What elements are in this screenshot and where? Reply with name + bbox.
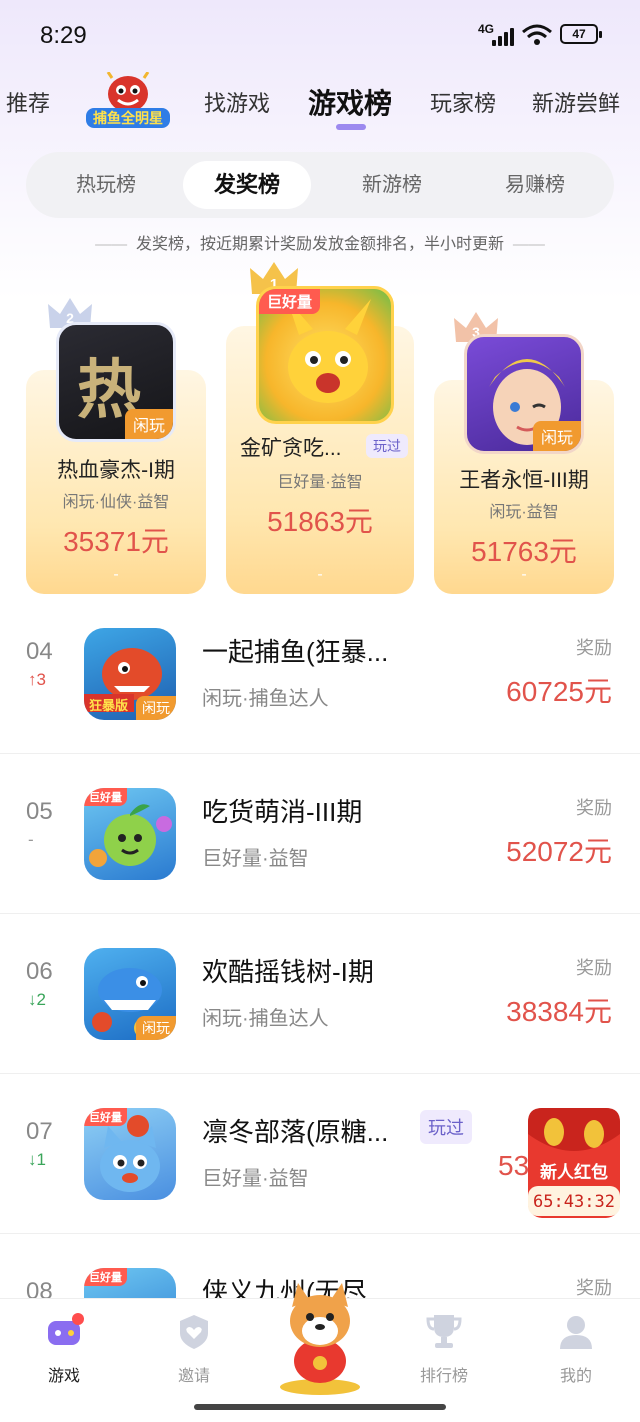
reward-label: 奖励 (576, 798, 612, 818)
reward-amount: 60725元 (506, 676, 612, 707)
rank-change: - (28, 830, 34, 849)
rank-number: 07 (26, 1118, 53, 1145)
nav-games-label: 游戏 (47, 1368, 80, 1385)
red-packet-countdown: 65:43:32 (533, 1192, 615, 1212)
tab-new-games[interactable]: 新游尝鲜 (532, 86, 620, 118)
podium-amount-1: 51863元 (267, 506, 373, 537)
game-icon: 闲玩 (84, 948, 176, 1040)
podium-icon-3[interactable]: 闲玩 (464, 334, 584, 454)
gamepad-icon (48, 1313, 84, 1345)
rank-segment: 热玩榜 发奖榜 新游榜 易赚榜 (26, 152, 614, 218)
battery-icon: 47 (560, 24, 602, 44)
game-icon: 巨好量 (84, 1108, 176, 1200)
reward-label: 奖励 (576, 1278, 612, 1298)
tab-game-rank[interactable]: 游戏榜 (308, 82, 392, 122)
podium-tags-2: 闲玩·仙侠·益智 (62, 494, 170, 511)
shiba-mascot-icon (280, 1283, 360, 1395)
signal-icon (492, 28, 516, 46)
tab-recommend[interactable]: 推荐 (6, 86, 50, 118)
home-indicator[interactable] (194, 1404, 446, 1410)
rank-description: —— 发奖榜，按近期累计奖励发放金额排名，半小时更新 —— (95, 236, 545, 253)
tab-find-games[interactable]: 找游戏 (204, 86, 270, 118)
podium-trend-3: - (521, 566, 527, 583)
game-name: 欢酷摇钱树-I期 (202, 957, 374, 987)
segment-easy-earn[interactable]: 易赚榜 (471, 161, 599, 209)
status-time: 8:29 (40, 22, 87, 49)
segment-hot[interactable]: 热玩榜 (42, 161, 170, 209)
game-icon: 巨好量 (84, 788, 176, 880)
game-badge: 巨好量 (84, 1108, 127, 1126)
nav-invite[interactable]: 邀请 (154, 1311, 234, 1386)
rank-number: 04 (26, 638, 53, 665)
podium-amount-3: 51763元 (471, 536, 577, 567)
podium-icon-2[interactable]: 热 闲玩 (56, 322, 176, 442)
status-bar: 8:29 4G 47 (0, 0, 640, 70)
rank-change: ↑3 (28, 670, 46, 689)
list-item[interactable]: 04 ↑3 狂暴版 闲玩 一起捕鱼(狂暴... 闲玩·捕鱼达人 奖励 60725… (0, 594, 640, 754)
logo-text: 捕鱼全明星 (93, 110, 163, 126)
trophy-icon (426, 1315, 462, 1348)
game-name: 一起捕鱼(狂暴... (202, 637, 389, 667)
active-tab-indicator (336, 124, 366, 130)
podium-tags-3: 闲玩·益智 (489, 504, 559, 521)
podium-icon-1[interactable]: 巨好量 (256, 286, 394, 424)
podium-badge-3: 闲玩 (532, 421, 581, 451)
tab-player-rank[interactable]: 玩家榜 (430, 86, 496, 118)
game-tags: 闲玩·捕鱼达人 (202, 1008, 329, 1030)
fishing-allstar-logo[interactable]: 捕鱼全明星 (84, 71, 172, 130)
podium-name-2: 热血豪杰-I期 (57, 459, 175, 482)
nav-games[interactable]: 游戏 (24, 1311, 104, 1386)
new-user-red-packet[interactable]: 新人红包 65:43:32 (524, 1104, 624, 1222)
game-badge: 巨好量 (84, 1268, 127, 1286)
podium-badge-1: 巨好量 (259, 289, 321, 314)
reward-label: 奖励 (576, 638, 612, 658)
game-badge: 闲玩 (136, 1016, 176, 1040)
played-badge: 玩过 (366, 434, 408, 458)
list-item[interactable]: 06 ↓2 闲玩 欢酷摇钱树-I期 闲玩·捕鱼达人 奖励 38384元 (0, 914, 640, 1074)
game-tags: 闲玩·捕鱼达人 (202, 688, 329, 710)
nav-invite-label: 邀请 (177, 1368, 210, 1385)
reward-amount: 52072元 (506, 836, 612, 867)
rank-change: ↓2 (28, 990, 46, 1009)
nav-mascot[interactable] (270, 1277, 370, 1402)
game-badge-edition: 狂暴版 (89, 698, 129, 713)
rank-number: 06 (26, 958, 53, 985)
game-tags: 巨好量·益智 (202, 1168, 309, 1190)
game-name: 吃货萌消-III期 (202, 797, 363, 827)
podium-amount-2: 35371元 (63, 526, 169, 557)
podium-name-1: 金矿贪吃... (240, 437, 342, 460)
wifi-icon (522, 24, 552, 45)
game-badge: 巨好量 (84, 788, 127, 806)
podium-trend-2: - (113, 566, 119, 583)
nav-profile-label: 我的 (559, 1368, 592, 1385)
invite-icon (180, 1315, 208, 1349)
rank-number: 05 (26, 798, 53, 825)
podium-tags-1: 巨好量·益智 (277, 474, 363, 491)
podium-name-3: 王者永恒-III期 (459, 469, 589, 492)
red-packet-title: 新人红包 (540, 1163, 608, 1182)
game-badge: 闲玩 (136, 696, 176, 720)
nav-leaderboard[interactable]: 排行榜 (404, 1311, 484, 1386)
nav-profile[interactable]: 我的 (536, 1311, 616, 1386)
game-name: 凛冬部落(原糖... (202, 1117, 389, 1147)
top-nav: 推荐 捕鱼全明星 找游戏 游戏榜 玩家榜 新游尝鲜 (0, 71, 640, 134)
game-tags: 巨好量·益智 (202, 848, 309, 870)
rank-change: ↓1 (28, 1150, 46, 1169)
game-icon: 狂暴版 闲玩 (84, 628, 176, 720)
segment-new[interactable]: 新游榜 (328, 161, 456, 209)
podium-trend-1: - (317, 566, 323, 583)
list-item[interactable]: 05 - 巨好量 吃货萌消-III期 巨好量·益智 奖励 52072元 (0, 754, 640, 914)
segment-payout[interactable]: 发奖榜 (183, 161, 311, 209)
nav-leaderboard-label: 排行榜 (419, 1368, 468, 1385)
reward-amount: 38384元 (506, 996, 612, 1027)
reward-label: 奖励 (576, 958, 612, 978)
podium-badge-2: 闲玩 (124, 409, 173, 439)
played-badge: 玩过 (420, 1110, 472, 1144)
profile-icon (560, 1316, 592, 1349)
